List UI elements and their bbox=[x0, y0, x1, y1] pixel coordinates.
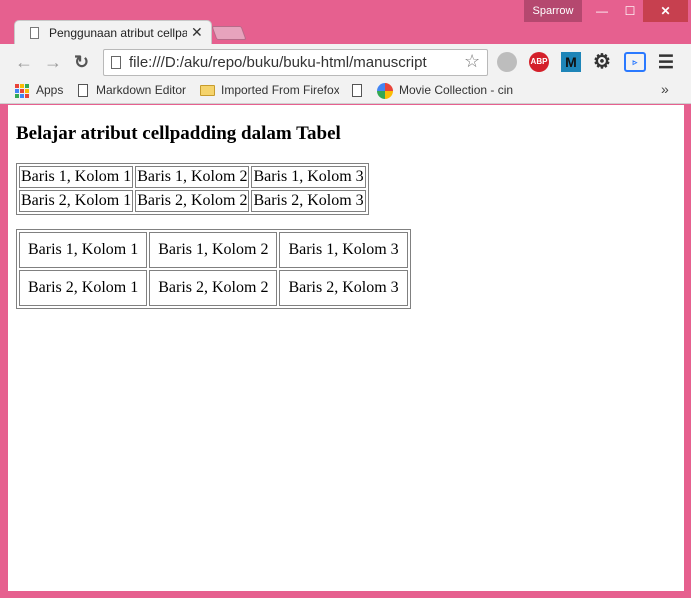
browser-window: Sparrow — ☐ ✕ Penggunaan atribut cellpa … bbox=[0, 0, 691, 598]
table-cell: Baris 2, Kolom 3 bbox=[251, 190, 366, 212]
reload-icon[interactable]: ↻ bbox=[74, 52, 89, 72]
bookmark-movie-collection[interactable]: Movie Collection - cin bbox=[399, 83, 515, 97]
adblock-extension-icon[interactable]: ABP bbox=[529, 52, 549, 72]
table-cell: Baris 2, Kolom 1 bbox=[19, 270, 148, 306]
table-row: Baris 1, Kolom 1 Baris 1, Kolom 2 Baris … bbox=[19, 166, 366, 188]
globe-extension-icon[interactable] bbox=[497, 52, 517, 72]
bookmark-imported-from-firefox[interactable]: Imported From Firefox bbox=[221, 83, 339, 97]
table-cell: Baris 1, Kolom 3 bbox=[279, 232, 408, 268]
table-cell: Baris 1, Kolom 2 bbox=[135, 166, 250, 188]
bookmark-markdown-editor[interactable]: Markdown Editor bbox=[96, 83, 186, 97]
m-extension-icon[interactable]: M bbox=[561, 52, 581, 72]
bookmark-apps[interactable]: Apps bbox=[36, 83, 63, 97]
toolbar: ← → ↻ file:///D:/aku/repo/buku/buku-html… bbox=[0, 44, 691, 80]
page-favicon-icon bbox=[30, 27, 39, 39]
table-row: Baris 2, Kolom 1 Baris 2, Kolom 2 Baris … bbox=[19, 190, 366, 212]
page-heading: Belajar atribut cellpadding dalam Tabel bbox=[16, 123, 341, 144]
page-content: Belajar atribut cellpadding dalam Tabel … bbox=[8, 105, 684, 591]
page-icon bbox=[78, 84, 88, 97]
table-cell: Baris 1, Kolom 1 bbox=[19, 232, 148, 268]
tab-active[interactable]: Penggunaan atribut cellpa ✕ bbox=[14, 20, 212, 45]
profile-button[interactable]: Sparrow bbox=[524, 0, 582, 22]
page-icon bbox=[352, 84, 362, 97]
table-cellpadding-large: Baris 1, Kolom 1 Baris 1, Kolom 2 Baris … bbox=[16, 229, 411, 309]
gear-icon[interactable]: ⚙ bbox=[592, 52, 612, 72]
minimize-icon[interactable]: — bbox=[587, 0, 617, 22]
table-cell: Baris 2, Kolom 2 bbox=[135, 190, 250, 212]
back-icon[interactable]: ← bbox=[15, 52, 33, 72]
maximize-icon[interactable]: ☐ bbox=[617, 0, 643, 22]
table-cell: Baris 2, Kolom 1 bbox=[19, 190, 134, 212]
forward-icon[interactable]: → bbox=[44, 52, 62, 72]
table-cell: Baris 1, Kolom 2 bbox=[149, 232, 278, 268]
bookmark-star-icon[interactable]: ☆ bbox=[464, 51, 480, 72]
tab-close-icon[interactable]: ✕ bbox=[191, 24, 203, 41]
tab-title: Penggunaan atribut cellpa bbox=[49, 26, 187, 40]
table-row: Baris 1, Kolom 1 Baris 1, Kolom 2 Baris … bbox=[19, 232, 408, 268]
apps-icon[interactable] bbox=[15, 84, 29, 98]
table-cell: Baris 1, Kolom 3 bbox=[251, 166, 366, 188]
address-bar[interactable]: file:///D:/aku/repo/buku/buku-html/manus… bbox=[103, 49, 488, 76]
table-cell: Baris 2, Kolom 2 bbox=[149, 270, 278, 306]
bookmarks-bar: Apps Markdown Editor Imported From Firef… bbox=[0, 80, 691, 104]
movie-icon bbox=[377, 83, 393, 99]
table-cell: Baris 2, Kolom 3 bbox=[279, 270, 408, 306]
table-cell: Baris 1, Kolom 1 bbox=[19, 166, 134, 188]
table-row: Baris 2, Kolom 1 Baris 2, Kolom 2 Baris … bbox=[19, 270, 408, 306]
chevron-right-icon[interactable]: » bbox=[661, 81, 669, 97]
folder-icon bbox=[200, 85, 215, 96]
new-tab-button[interactable] bbox=[211, 26, 247, 40]
menu-icon[interactable]: ☰ bbox=[656, 52, 676, 72]
title-bar: Sparrow — ☐ ✕ Penggunaan atribut cellpa … bbox=[0, 0, 691, 45]
table-cellpadding-small: Baris 1, Kolom 1 Baris 1, Kolom 2 Baris … bbox=[16, 163, 369, 215]
close-window-icon[interactable]: ✕ bbox=[643, 0, 688, 22]
cast-extension-icon[interactable]: ▹ bbox=[624, 52, 646, 72]
url-text[interactable]: file:///D:/aku/repo/buku/buku-html/manus… bbox=[129, 54, 461, 71]
file-icon bbox=[111, 56, 121, 69]
